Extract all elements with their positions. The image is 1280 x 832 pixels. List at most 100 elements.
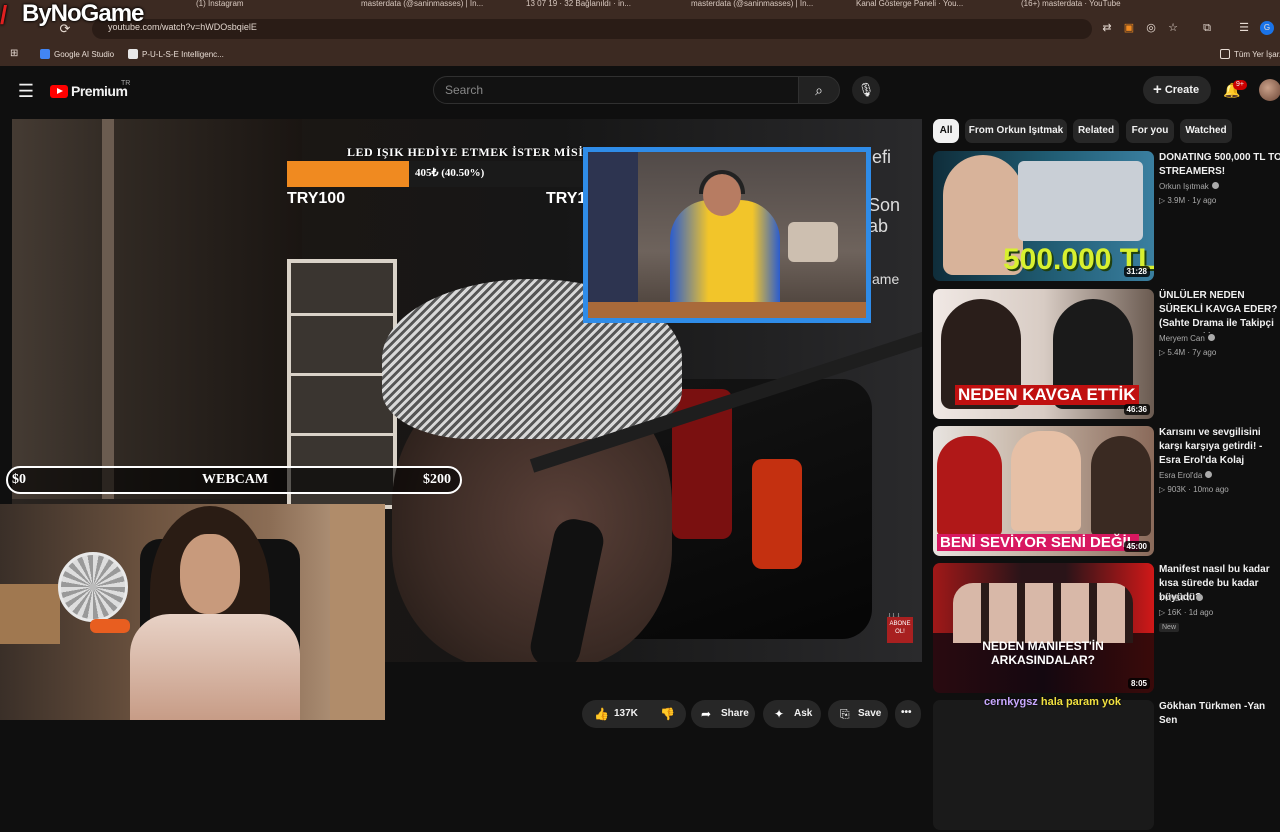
video-scene-door (102, 119, 114, 499)
browser-tab[interactable]: Kanal Gösterge Paneli · You... (850, 0, 1000, 14)
thumb-person (937, 436, 1002, 536)
video-thumbnail[interactable]: NEDEN KAVGA ETTİK 46:36 (933, 289, 1154, 419)
chip-from-channel[interactable]: From Orkun Işıtmak (965, 119, 1067, 143)
browser-tab[interactable]: masterdata (@saninmasses) | In... (685, 0, 835, 14)
browser-tab-strip: (1) Instagram masterdata (@saninmasses) … (0, 0, 1280, 14)
channel-name[interactable]: TVNET X (1159, 594, 1203, 603)
recommendation-item[interactable]: NEDEN KAVGA ETTİK 46:36 ÜNLÜLER NEDEN SÜ… (933, 289, 1280, 421)
search-icon: ⌕ (815, 82, 823, 98)
chat-overlay-message: cernkygsz hala param yok (984, 696, 1121, 708)
video-meta-text: 16K · 1d ago (1167, 608, 1214, 617)
video-thumbnail[interactable]: BENİ SEVİYOR SENİ DEĞİL 45:00 (933, 426, 1154, 556)
verified-icon (1211, 182, 1219, 189)
browser-tab[interactable]: 13 07 19 · 32 Bağlanıldı · in... (520, 0, 670, 14)
channel-name[interactable]: Meryem Can (1159, 334, 1215, 343)
share-icon: ➦ (701, 707, 712, 721)
like-count[interactable]: 137K (614, 708, 638, 719)
verified-icon (1207, 334, 1215, 341)
translate-icon[interactable]: ⇄ (1099, 20, 1115, 36)
search-input[interactable] (445, 80, 785, 100)
video-thumbnail[interactable]: 500.000 TL 31:28 (933, 151, 1154, 281)
video-duration: 8:05 (1127, 678, 1150, 689)
thumb-person (1011, 431, 1081, 531)
chip-all[interactable]: All (933, 119, 959, 143)
video-title[interactable]: Karısını ve sevgilisini karşı karşıya ge… (1159, 426, 1280, 468)
bookmark-item[interactable]: P-U-L-S-E Intelligenc... (128, 49, 224, 59)
chat-username: cernkygsz (984, 696, 1038, 708)
bynogame-logo-icon: / (0, 0, 7, 30)
video-duration: 46:36 (1123, 404, 1150, 415)
voice-search-button[interactable]: 🎙 (852, 76, 880, 104)
apps-icon[interactable]: ⊞ (10, 48, 18, 59)
chip-for-you[interactable]: For you (1126, 119, 1174, 143)
thumbs-down-icon[interactable]: 👎 (660, 707, 675, 721)
picture-in-picture-cam (583, 147, 871, 323)
sparkle-icon: ✦ (774, 707, 785, 721)
more-icon: ••• (901, 707, 912, 718)
hamburger-menu-icon[interactable]: ☰ (14, 80, 38, 102)
watermark-text: ByNoGame (22, 0, 144, 27)
pulse-icon (128, 49, 138, 59)
cardboard-box (0, 584, 60, 644)
shelf-board (291, 373, 393, 376)
video-title[interactable]: Gökhan Türkmen -Yan Sen (1159, 700, 1280, 728)
puzzle-icon[interactable]: ⧉ (1199, 20, 1215, 36)
browser-tab[interactable]: (1) Instagram (190, 0, 340, 14)
video-meta-text: 3.9M · 1y ago (1167, 196, 1217, 205)
thumb-inset (1018, 161, 1143, 241)
watermark-logo: / ByNoGame (0, 0, 144, 34)
video-meta-text: 903K · 10mo ago (1167, 485, 1229, 494)
donation-max-label: TRY1 (546, 190, 587, 207)
headset-icon (699, 170, 745, 194)
bookmark-label: Tüm Yer İşar... (1234, 50, 1280, 59)
thumb-group (953, 583, 1133, 643)
thumb-headline: BENİ SEVİYOR SENİ DEĞİL (937, 534, 1139, 551)
create-button[interactable]: + Create (1143, 76, 1211, 104)
fan (58, 552, 128, 622)
extension-icon[interactable]: ▣ (1121, 20, 1137, 36)
video-title[interactable]: ÜNLÜLER NEDEN SÜREKLİ KAVGA EDER? (Sahte… (1159, 289, 1280, 333)
overlay-side-text: ame (872, 271, 900, 287)
bookmark-item[interactable]: Google AI Studio (40, 49, 114, 59)
bookmark-item[interactable]: Tüm Yer İşar... (1220, 49, 1280, 59)
recommendation-item[interactable]: NEDEN MANIFEST'İN ARKASINDALAR? 8:05 Man… (933, 563, 1280, 695)
channel-label: TVNET X (1159, 594, 1193, 603)
channel-label: Meryem Can (1159, 334, 1205, 343)
browser-tab[interactable]: masterdata (@saninmasses) | In... (355, 0, 505, 14)
video-thumbnail[interactable]: NEDEN MANIFEST'İN ARKASINDALAR? 8:05 (933, 563, 1154, 693)
profile-icon[interactable]: G (1260, 21, 1274, 35)
star-icon[interactable]: ☆ (1165, 20, 1181, 36)
subscribe-overlay-label: ABONE OL! (889, 621, 911, 635)
facecam-overlay (0, 504, 385, 720)
thumb-headline: NEDEN MANIFEST'İN ARKASINDALAR? (982, 639, 1104, 667)
verified-icon (1195, 594, 1203, 601)
logo-text: Premium (71, 83, 128, 99)
video-meta: ▷ 16K · 1d ago (1159, 608, 1213, 617)
webcam-goal-min: $0 (12, 472, 26, 487)
browser-tab[interactable]: (16+) masterdata · YouTube (1015, 0, 1165, 14)
tab-search-icon[interactable]: ☰ (1236, 20, 1252, 36)
video-title[interactable]: DONATING 500,000 TL TO STREAMERS! (1159, 151, 1280, 179)
ask-label: Ask (794, 708, 813, 719)
donation-goal-title: LED IŞIK HEDİYE ETMEK İSTER MİSİN? (347, 145, 600, 159)
chip-watched[interactable]: Watched (1180, 119, 1232, 143)
video-duration: 31:28 (1123, 266, 1150, 277)
account-avatar[interactable] (1259, 79, 1280, 101)
person-face (180, 534, 240, 614)
google-ai-studio-icon (40, 49, 50, 59)
create-label: Create (1164, 84, 1200, 96)
channel-name[interactable]: Esra Erol'da (1159, 471, 1213, 480)
chip-related[interactable]: Related (1073, 119, 1119, 143)
channel-name[interactable]: Orkun Işıtmak (1159, 182, 1219, 191)
eye-off-icon[interactable]: ◎ (1143, 20, 1159, 36)
youtube-premium-logo[interactable]: Premium (50, 82, 128, 100)
thumb-headline: NEDEN KAVGA ETTİK (955, 385, 1139, 405)
recommendation-item[interactable]: BENİ SEVİYOR SENİ DEĞİL 45:00 Karısını v… (933, 426, 1280, 558)
thumbs-up-icon[interactable]: 👍 (594, 707, 609, 721)
save-label: Save (858, 708, 882, 719)
orange-object (90, 619, 130, 633)
recommendation-item[interactable]: 500.000 TL 31:28 DONATING 500,000 TL TO … (933, 151, 1280, 283)
shelf-board (291, 433, 393, 436)
search-button[interactable]: ⌕ (798, 76, 840, 104)
video-meta: ▷ 5.4M · 7y ago (1159, 348, 1216, 357)
